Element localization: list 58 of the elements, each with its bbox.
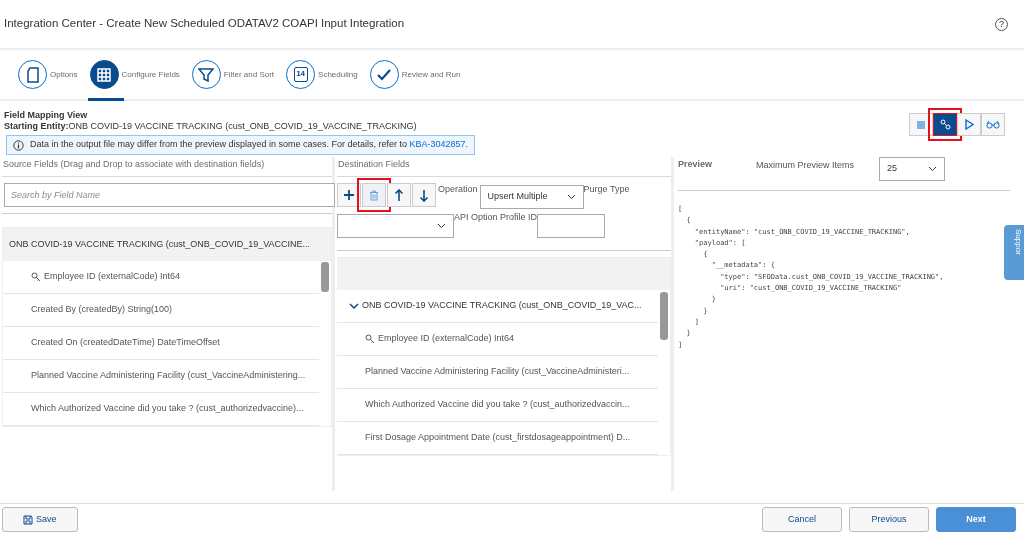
scrollbar-thumb[interactable] (660, 292, 668, 340)
arrow-down-icon (419, 188, 429, 202)
entity-group-row[interactable]: ONB COVID-19 VACCINE TRACKING (cust_ONB_COVID_19_VAC... (337, 290, 658, 323)
wizard-step[interactable]: Review and Run (367, 50, 463, 99)
calendar-icon: 14 (293, 67, 308, 82)
wizard-step[interactable]: Options (16, 50, 80, 99)
max-items-select[interactable]: 25 (879, 157, 945, 181)
field-label: Purge Type (583, 183, 630, 196)
field-label: Operation (438, 183, 478, 196)
filter-icon (198, 66, 215, 83)
starting-entity: Starting Entity:ONB COVID-19 VACCINE TRACKING (cust_ONB_COVID_19_VACCINE_TRACKING) (4, 121, 418, 132)
trash-icon (369, 189, 379, 201)
toolbar-button[interactable] (412, 183, 436, 207)
save-icon (23, 514, 34, 525)
window-title: Integration Center - Create New Scheduled ODATAV2 COAPI Input Integration (4, 16, 405, 32)
api-profile-input[interactable] (537, 214, 606, 238)
operation-select[interactable]: Upsert Multiple (479, 185, 584, 209)
entity-group-row[interactable]: ONB COVID-19 VACCINE TRACKING (cust_ONB_COVID_19_VACCINE... (3, 228, 331, 261)
field-row[interactable]: First Dosage Appointment Date (cust_firstdosageappointment) D... (337, 422, 658, 455)
play-icon (964, 119, 974, 130)
footer-button[interactable]: Cancel (762, 507, 842, 532)
add-icon (343, 189, 355, 201)
mapping-icon (939, 119, 951, 130)
wizard-step[interactable]: Configure Fields (87, 50, 182, 99)
check-icon (376, 67, 393, 82)
field-row[interactable]: Created On (createdDateTime) DateTimeOffset (3, 327, 319, 360)
purge-type-select[interactable] (337, 214, 454, 238)
panel-heading: Destination Fields (337, 157, 671, 177)
toolbar-button[interactable] (387, 183, 411, 207)
document-icon (25, 66, 40, 83)
field-row[interactable]: Planned Vaccine Administering Facility (cust_VaccineAdministeri... (337, 356, 658, 389)
field-row[interactable]: Employee ID (externalCode) Int64 (337, 323, 658, 356)
field-row[interactable]: Which Authorized Vaccine did you take ? (cust_authorizedvaccine)... (3, 393, 319, 426)
panel-heading: Source Fields (Drag and Drop to associate with destination fields) (2, 157, 332, 177)
chevron-down-icon (566, 194, 576, 200)
glasses-icon (986, 120, 1000, 129)
save-button[interactable]: Save (2, 507, 78, 532)
field-row[interactable]: Employee ID (externalCode) Int64 (3, 261, 319, 294)
wizard-step[interactable]: Filter and Sort (189, 50, 277, 99)
field-row[interactable]: Created By (createdBy) String(100) (3, 294, 319, 327)
kba-link[interactable]: KBA-3042857 (409, 139, 466, 150)
footer-button[interactable]: Previous (849, 507, 929, 532)
chevron-down-icon (928, 166, 937, 172)
section-title: Field Mapping View (4, 110, 89, 121)
field-row[interactable]: Planned Vaccine Administering Facility (cust_VaccineAdministering... (3, 360, 319, 393)
panel-heading: Preview (678, 159, 714, 170)
wizard-step[interactable]: 14 Scheduling (284, 50, 360, 99)
search-field[interactable]: Search by Field Name (4, 183, 335, 207)
grid-icon (97, 67, 112, 82)
field-row[interactable]: Which Authorized Vaccine did you take ? (cust_authorizedvaccin... (337, 389, 658, 422)
field-label: Maximum Preview Items (756, 159, 855, 172)
toolbar-button[interactable] (337, 183, 361, 207)
arrow-up-icon (394, 188, 404, 202)
scrollbar-thumb[interactable] (321, 262, 329, 292)
info-text: Data in the output file may differ from the preview displayed in some cases. For details, refer to KBA-3042857. (30, 138, 469, 152)
chevron-down-icon (437, 223, 446, 229)
info-icon (13, 139, 24, 151)
field-label: API Option Profile ID (454, 211, 538, 224)
